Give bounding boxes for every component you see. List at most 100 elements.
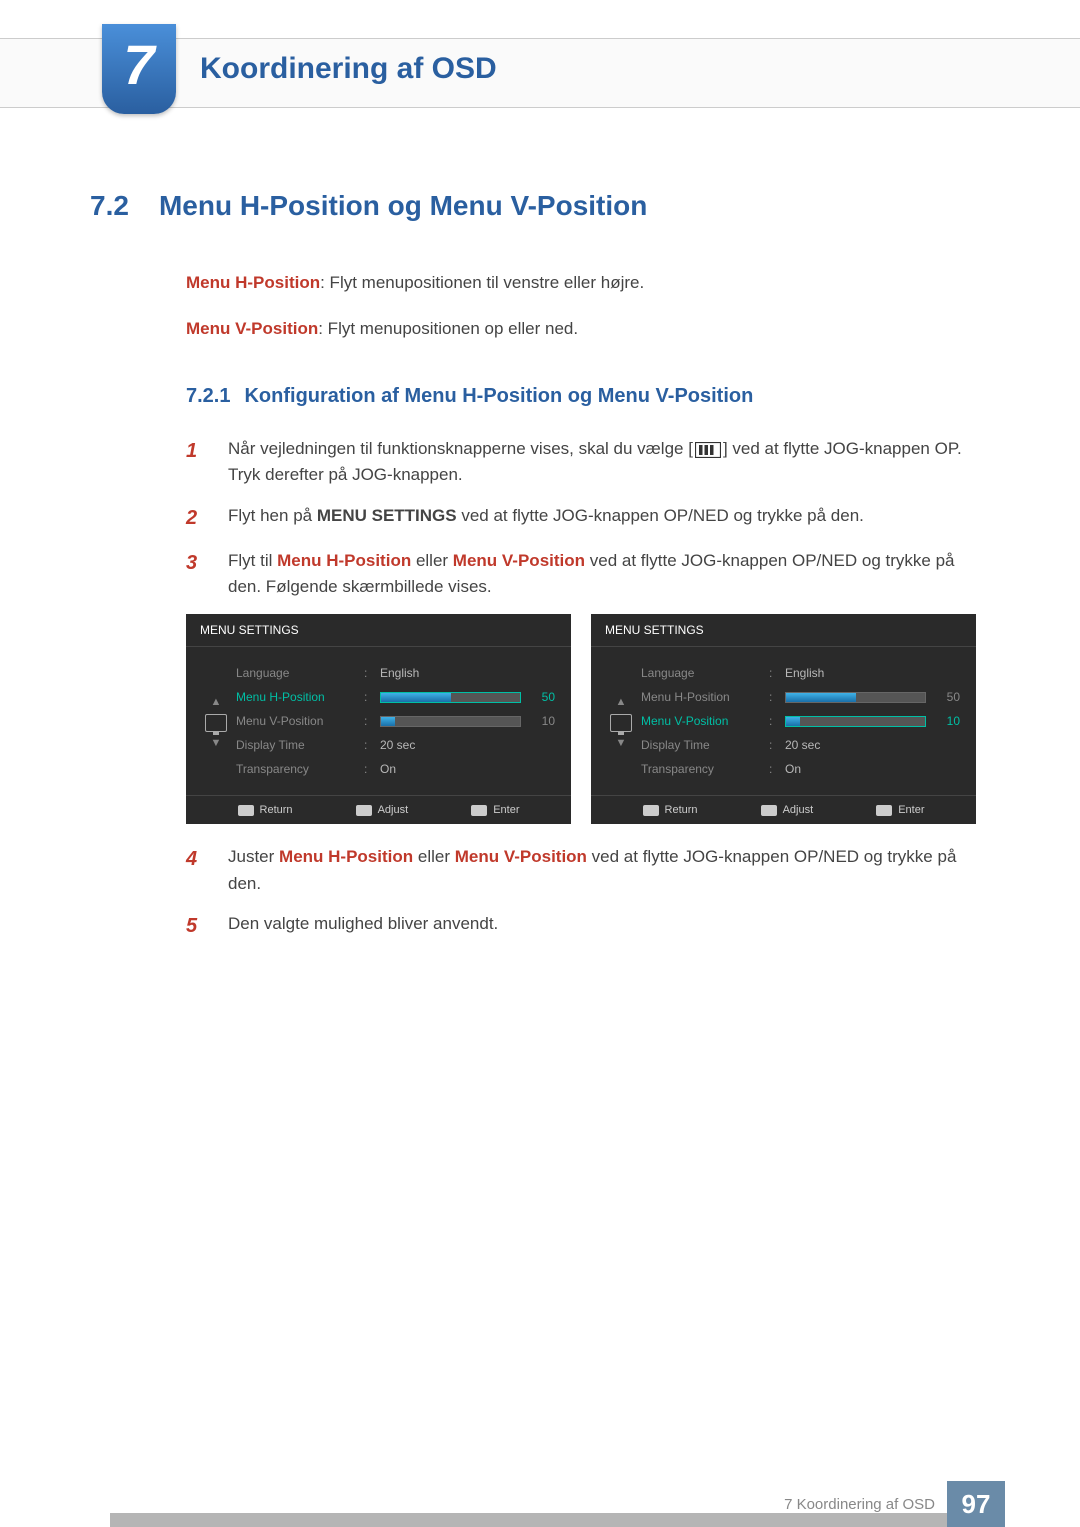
osd-panel-v: MENU SETTINGS ▲ ▼ Language : English — [591, 614, 976, 824]
osd-value-hpos: 50 — [932, 690, 960, 704]
monitor-icon — [610, 714, 632, 732]
osd-panel-h: MENU SETTINGS ▲ ▼ Language : English — [186, 614, 571, 824]
step-2: 2 Flyt hen på MENU SETTINGS ved at flytt… — [186, 503, 990, 534]
term-h-position: Menu H-Position — [186, 273, 320, 292]
term-v-position: Menu V-Position — [186, 319, 318, 338]
s2term: MENU SETTINGS — [317, 506, 457, 525]
up-arrow-icon: ▲ — [211, 697, 222, 708]
osd-label-vpos: Menu V-Position — [236, 714, 356, 728]
s2a: Flyt hen på — [228, 506, 317, 525]
osd-label-trans: Transparency — [236, 762, 356, 776]
s1a: Når vejledningen til funktionsknapperne … — [228, 439, 693, 458]
osd-row-vpos: Menu V-Position : 10 — [236, 709, 555, 733]
page-footer: 7 Koordinering af OSD 97 — [784, 1481, 1005, 1527]
osd-value-trans: On — [785, 762, 801, 776]
subsection-title: Konfiguration af Menu H-Position og Menu… — [244, 385, 753, 407]
osd-row-transparency: Transparency : On — [236, 757, 555, 781]
osd-label-hpos: Menu H-Position — [641, 690, 761, 704]
footer-label: 7 Koordinering af OSD — [784, 1496, 935, 1513]
osd-label-trans: Transparency — [641, 762, 761, 776]
step-5: 5 Den valgte mulighed bliver anvendt. — [186, 911, 990, 942]
enter-icon — [876, 805, 892, 816]
s4mid: eller — [413, 847, 455, 866]
step-2-text: Flyt hen på MENU SETTINGS ved at flytte … — [228, 503, 864, 534]
step-1-text: Når vejledningen til funktionsknapperne … — [228, 436, 990, 489]
osd-jog-indicator: ▲ ▼ — [196, 661, 236, 781]
osd-title: MENU SETTINGS — [186, 614, 571, 647]
osd-row-displaytime: Display Time : 20 sec — [641, 733, 960, 757]
enter-icon — [471, 805, 487, 816]
osd-value-language: English — [380, 666, 419, 680]
subsection-number: 7.2.1 — [186, 385, 230, 407]
adjust-icon — [761, 805, 777, 816]
osd-slider-hpos: 50 — [380, 692, 555, 703]
section-number: 7.2 — [90, 190, 129, 222]
osd-label-dtime: Display Time — [641, 738, 761, 752]
osd-row-hpos: Menu H-Position : 50 — [641, 685, 960, 709]
osd-screenshots: MENU SETTINGS ▲ ▼ Language : English — [186, 614, 990, 824]
osd-footer-adjust: Adjust — [356, 804, 409, 816]
down-arrow-icon: ▼ — [616, 738, 627, 749]
s3t1: Menu H-Position — [277, 551, 411, 570]
osd-row-displaytime: Display Time : 20 sec — [236, 733, 555, 757]
osd-row-language: Language : English — [641, 661, 960, 685]
desc2-text: : Flyt menupositionen op eller ned. — [318, 319, 578, 338]
osd-jog-indicator: ▲ ▼ — [601, 661, 641, 781]
osd-footer: Return Adjust Enter — [591, 795, 976, 824]
osd-row-language: Language : English — [236, 661, 555, 685]
osd-footer-enter: Enter — [471, 804, 519, 816]
step-1: 1 Når vejledningen til funktionsknappern… — [186, 436, 990, 489]
subsection-heading: 7.2.1 Konfiguration af Menu H-Position og… — [186, 385, 990, 408]
monitor-icon — [205, 714, 227, 732]
section-heading: 7.2 Menu H-Position og Menu V-Position — [90, 190, 990, 222]
description-h-position: Menu H-Position: Flyt menupositionen til… — [186, 270, 990, 296]
step-5-text: Den valgte mulighed bliver anvendt. — [228, 911, 498, 942]
step-number: 5 — [186, 911, 206, 942]
s4t1: Menu H-Position — [279, 847, 413, 866]
step-3-text: Flyt til Menu H-Position eller Menu V-Po… — [228, 548, 990, 601]
s4t2: Menu V-Position — [455, 847, 587, 866]
step-3: 3 Flyt til Menu H-Position eller Menu V-… — [186, 548, 990, 601]
osd-title: MENU SETTINGS — [591, 614, 976, 647]
osd-value-dtime: 20 sec — [785, 738, 820, 752]
s4a: Juster — [228, 847, 279, 866]
menu-bars-icon — [695, 442, 721, 458]
down-arrow-icon: ▼ — [211, 738, 222, 749]
osd-label-hpos: Menu H-Position — [236, 690, 356, 704]
steps-list: 1 Når vejledningen til funktionsknappern… — [186, 436, 990, 600]
steps-list-2: 4 Juster Menu H-Position eller Menu V-Po… — [186, 844, 990, 942]
osd-row-vpos: Menu V-Position : 10 — [641, 709, 960, 733]
step-number: 2 — [186, 503, 206, 534]
osd-value-vpos: 10 — [932, 714, 960, 728]
osd-slider-hpos: 50 — [785, 692, 960, 703]
osd-label-vpos: Menu V-Position — [641, 714, 761, 728]
step-number: 4 — [186, 844, 206, 897]
step-number: 3 — [186, 548, 206, 601]
osd-footer-enter: Enter — [876, 804, 924, 816]
up-arrow-icon: ▲ — [616, 697, 627, 708]
footer-page-number: 97 — [947, 1481, 1005, 1527]
chapter-number-badge: 7 — [102, 24, 176, 114]
osd-label-language: Language — [236, 666, 356, 680]
osd-value-language: English — [785, 666, 824, 680]
osd-footer-return: Return — [643, 804, 698, 816]
section-title: Menu H-Position og Menu V-Position — [159, 190, 647, 222]
return-icon — [238, 805, 254, 816]
osd-value-dtime: 20 sec — [380, 738, 415, 752]
osd-row-transparency: Transparency : On — [641, 757, 960, 781]
osd-label-dtime: Display Time — [236, 738, 356, 752]
osd-footer: Return Adjust Enter — [186, 795, 571, 824]
osd-slider-vpos: 10 — [785, 716, 960, 727]
osd-footer-adjust: Adjust — [761, 804, 814, 816]
description-v-position: Menu V-Position: Flyt menupositionen op … — [186, 316, 990, 342]
osd-value-vpos: 10 — [527, 714, 555, 728]
return-icon — [643, 805, 659, 816]
s3a: Flyt til — [228, 551, 277, 570]
chapter-title: Koordinering af OSD — [200, 52, 497, 86]
s3t2: Menu V-Position — [453, 551, 585, 570]
desc1-text: : Flyt menupositionen til venstre eller … — [320, 273, 644, 292]
osd-value-trans: On — [380, 762, 396, 776]
osd-label-language: Language — [641, 666, 761, 680]
step-4-text: Juster Menu H-Position eller Menu V-Posi… — [228, 844, 990, 897]
osd-footer-return: Return — [238, 804, 293, 816]
